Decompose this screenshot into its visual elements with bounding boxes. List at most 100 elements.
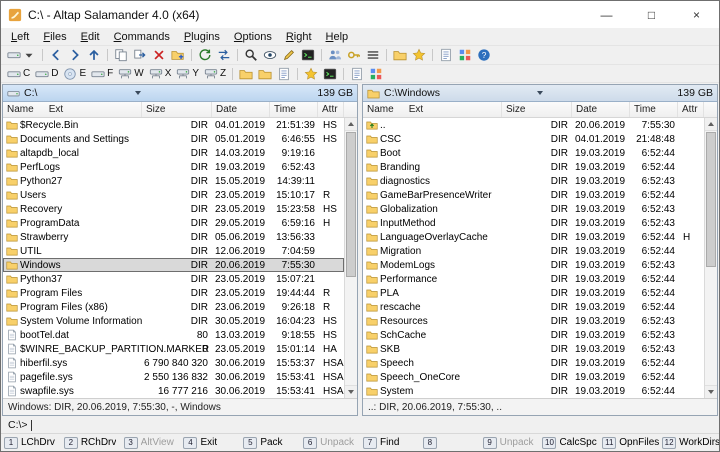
scroll-thumb[interactable]	[346, 132, 356, 277]
menu-options[interactable]: Options	[227, 28, 279, 46]
file-row[interactable]: pagefile.sys2 550 136 83230.06.201915:53…	[3, 370, 344, 384]
scroll-thumb[interactable]	[706, 132, 716, 267]
fkey-1-lchdrv[interactable]: 1LChDrv	[1, 437, 61, 449]
fkey-7-find[interactable]: 7Find	[360, 437, 420, 449]
fkey-5-pack[interactable]: 5Pack	[240, 437, 300, 449]
file-row[interactable]: WindowsDIR20.06.20197:55:30	[3, 258, 344, 272]
file-row[interactable]: LanguageOverlayCacheDIR19.03.20196:52:44…	[363, 230, 704, 244]
file-row[interactable]: ..DIR20.06.20197:55:30	[363, 118, 704, 132]
file-row[interactable]: UsersDIR23.05.201915:10:17R	[3, 188, 344, 202]
column-ext[interactable]: Ext	[49, 104, 63, 115]
file-row[interactable]: Program Files (x86)DIR23.06.20199:26:18R	[3, 300, 344, 314]
change-view-button[interactable]	[364, 47, 382, 64]
menu-plugins[interactable]: Plugins	[177, 28, 227, 46]
scrollbar-left[interactable]	[344, 118, 357, 398]
help-button[interactable]	[475, 47, 493, 64]
fkey-2-rchdrv[interactable]: 2RChDrv	[61, 437, 121, 449]
file-row[interactable]: Documents and SettingsDIR05.01.20196:46:…	[3, 132, 344, 146]
file-row[interactable]: ResourcesDIR19.03.20196:52:43	[363, 314, 704, 328]
find-button[interactable]	[242, 47, 260, 64]
drive-c-button[interactable]: C	[5, 65, 32, 82]
apps-button[interactable]	[367, 65, 385, 82]
close-button[interactable]: ×	[674, 1, 719, 28]
fkey-6-unpack[interactable]: 6Unpack	[300, 437, 360, 449]
file-row[interactable]: ModemLogsDIR19.03.20196:52:43	[363, 258, 704, 272]
drive-z-button[interactable]: Z	[202, 65, 228, 82]
file-row[interactable]: System Volume InformationDIR30.05.201916…	[3, 314, 344, 328]
file-row[interactable]: SKBDIR19.03.20196:52:43	[363, 342, 704, 356]
file-row[interactable]: UTILDIR12.06.20197:04:59	[3, 244, 344, 258]
file-row[interactable]: GlobalizationDIR19.03.20196:52:43	[363, 202, 704, 216]
file-row[interactable]: BootDIR19.03.20196:52:44	[363, 146, 704, 160]
drive-f-button[interactable]: F	[89, 65, 115, 82]
column-size[interactable]: Size	[502, 102, 572, 117]
file-row[interactable]: BrandingDIR19.03.20196:52:44	[363, 160, 704, 174]
copy-button[interactable]	[112, 47, 130, 64]
fkey-11-opnfiles[interactable]: 11OpnFiles	[599, 437, 659, 449]
notes-button[interactable]	[437, 47, 455, 64]
column-attr[interactable]: Attr	[318, 102, 344, 117]
column-ext[interactable]: Ext	[409, 104, 423, 115]
file-row[interactable]: Python27DIR15.05.201914:39:11	[3, 174, 344, 188]
swap-panels-button[interactable]	[215, 47, 233, 64]
column-time[interactable]: Time	[270, 102, 318, 117]
menu-right[interactable]: Right	[279, 28, 319, 46]
create-directory-button[interactable]	[169, 47, 187, 64]
drive-e-button[interactable]: E	[61, 65, 88, 82]
fkey-12-workdirs[interactable]: 12WorkDirs	[659, 437, 719, 449]
move-button[interactable]	[131, 47, 149, 64]
scroll-down-button[interactable]	[345, 385, 357, 398]
passwords-button[interactable]	[345, 47, 363, 64]
file-row[interactable]: PLADIR19.03.20196:52:44	[363, 286, 704, 300]
scroll-up-button[interactable]	[345, 118, 357, 131]
file-row[interactable]: PerformanceDIR19.03.20196:52:44	[363, 272, 704, 286]
hot-path-1-button[interactable]	[237, 65, 255, 82]
notes-button[interactable]	[348, 65, 366, 82]
hot-path-3-button[interactable]	[275, 65, 293, 82]
file-row[interactable]: altapdb_localDIR14.03.20199:19:16	[3, 146, 344, 160]
current-path-left[interactable]: C:\	[24, 87, 37, 99]
parent-directory-button[interactable]	[85, 47, 103, 64]
minimize-button[interactable]: —	[584, 1, 629, 28]
favorites-button[interactable]	[410, 47, 428, 64]
column-size[interactable]: Size	[142, 102, 212, 117]
shell-button[interactable]	[321, 65, 339, 82]
file-row[interactable]: swapfile.sys16 777 21630.06.201915:53:41…	[3, 384, 344, 398]
file-row[interactable]: CSCDIR04.01.201921:48:48	[363, 132, 704, 146]
menu-help[interactable]: Help	[319, 28, 356, 46]
directory-line-right[interactable]: C:\Windows 139 GB	[363, 85, 717, 102]
file-row[interactable]: SpeechDIR19.03.20196:52:44	[363, 356, 704, 370]
column-name[interactable]: Name	[7, 104, 34, 115]
file-row[interactable]: Speech_OneCoreDIR19.03.20196:52:44	[363, 370, 704, 384]
file-row[interactable]: RecoveryDIR23.05.201915:23:58HS	[3, 202, 344, 216]
column-name[interactable]: Name	[367, 104, 394, 115]
column-attr[interactable]: Attr	[678, 102, 704, 117]
forward-button[interactable]	[66, 47, 84, 64]
scroll-up-button[interactable]	[705, 118, 717, 131]
file-row[interactable]: Python37DIR23.05.201915:07:21	[3, 272, 344, 286]
column-date[interactable]: Date	[572, 102, 630, 117]
apps-button[interactable]	[456, 47, 474, 64]
path-history-dropdown-left[interactable]	[131, 87, 144, 100]
drive-y-button[interactable]: Y	[174, 65, 201, 82]
fkey-4-exit[interactable]: 4Exit	[180, 437, 240, 449]
file-row[interactable]: Program FilesDIR23.05.201919:44:44R	[3, 286, 344, 300]
menu-edit[interactable]: Edit	[74, 28, 107, 46]
file-row[interactable]: StrawberryDIR05.06.201913:56:33	[3, 230, 344, 244]
file-row[interactable]: ProgramDataDIR29.05.20196:59:16H	[3, 216, 344, 230]
file-row[interactable]: SchCacheDIR19.03.20196:52:43	[363, 328, 704, 342]
change-drive-button[interactable]	[5, 47, 38, 64]
fkey-10-calcspc[interactable]: 10CalcSpc	[539, 437, 599, 449]
directory-line-left[interactable]: C:\ 139 GB	[3, 85, 357, 102]
refresh-button[interactable]	[196, 47, 214, 64]
menu-left[interactable]: Left	[4, 28, 36, 46]
fkey-9-unpack[interactable]: 9Unpack	[480, 437, 540, 449]
column-date[interactable]: Date	[212, 102, 270, 117]
maximize-button[interactable]: □	[629, 1, 674, 28]
scroll-down-button[interactable]	[705, 385, 717, 398]
column-time[interactable]: Time	[630, 102, 678, 117]
file-row[interactable]: SystemDIR19.03.20196:52:44	[363, 384, 704, 398]
fkey-3-altview[interactable]: 3AltView	[121, 437, 181, 449]
fkey-8[interactable]: 8	[420, 437, 480, 449]
file-row[interactable]: PerfLogsDIR19.03.20196:52:43	[3, 160, 344, 174]
